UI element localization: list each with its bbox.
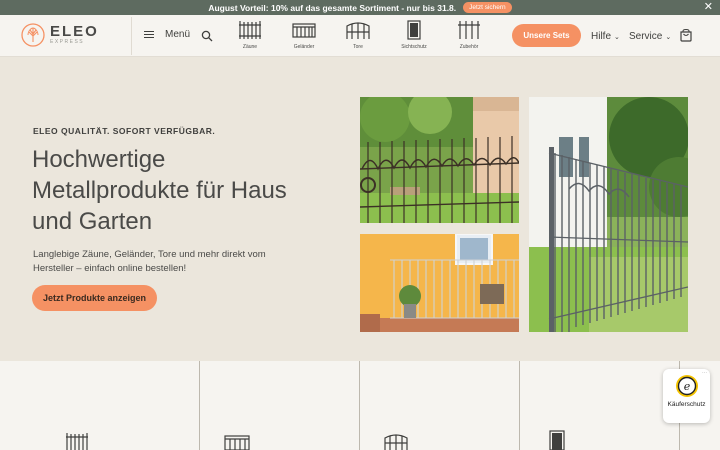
category-strip	[0, 361, 720, 450]
promo-cta-button[interactable]: Jetzt sichern	[463, 2, 512, 13]
menu-label: Menü	[165, 29, 191, 40]
search-icon[interactable]	[201, 30, 213, 42]
promo-bar: August Vorteil: 10% auf das gesamte Sort…	[0, 0, 720, 15]
category-zaune[interactable]: Zäune	[230, 20, 270, 50]
hero-image-fence-house	[529, 97, 688, 332]
chevron-down-icon: ⌄	[665, 33, 672, 41]
menu-button[interactable]: Menü	[144, 29, 190, 40]
category-label: Zubehör	[459, 44, 479, 50]
hamburger-icon	[144, 30, 154, 39]
hero-subtext: Langlebige Zäune, Geländer, Tore und meh…	[33, 249, 266, 274]
gate-icon	[346, 22, 370, 39]
category-tore[interactable]: Tore	[338, 20, 378, 50]
fence-icon	[66, 433, 88, 450]
category-tile-zaune[interactable]	[0, 361, 200, 450]
trust-badge-label: Käuferschutz	[667, 401, 706, 408]
site-header: ELEO EXPRESS Menü Zäune Geländer Tore Si…	[0, 15, 720, 57]
category-zubehoer[interactable]: Zubehör	[449, 20, 489, 50]
nav-label: Service	[629, 31, 663, 42]
more-icon[interactable]: ···	[702, 370, 707, 376]
nav-hilfe[interactable]: Hilfe ⌄	[591, 31, 620, 42]
hero-image-balcony	[360, 234, 519, 332]
show-products-button[interactable]: Jetzt Produkte anzeigen	[32, 285, 157, 311]
accessories-icon	[458, 21, 480, 39]
logo[interactable]: ELEO EXPRESS	[21, 23, 99, 47]
category-tile-tore[interactable]	[360, 361, 520, 450]
nav-service[interactable]: Service ⌄	[629, 31, 671, 42]
railing-icon	[224, 435, 250, 450]
hero-eyebrow: ELEO QUALITÄT. SOFORT VERFÜGBAR.	[33, 126, 216, 136]
category-label: Geländer	[293, 44, 315, 50]
category-gelaender[interactable]: Geländer	[284, 20, 324, 50]
category-label: Sichtschutz	[401, 44, 427, 50]
trusted-shops-badge[interactable]: ··· e Käuferschutz	[663, 369, 710, 423]
header-divider	[131, 17, 132, 55]
tree-logo-icon	[21, 23, 45, 47]
hero-headline: Hochwertige Metallprodukte für Haus und …	[32, 146, 287, 235]
railing-icon	[292, 23, 316, 38]
category-tile-gelaender[interactable]	[200, 361, 360, 450]
fence-icon	[239, 21, 261, 39]
promo-text: August Vorteil: 10% auf das gesamte Sort…	[208, 2, 457, 13]
logo-name: ELEO	[50, 23, 99, 40]
unsere-sets-button[interactable]: Unsere Sets	[512, 24, 581, 47]
nav-label: Hilfe	[591, 31, 612, 42]
privacy-screen-icon	[549, 430, 565, 450]
chevron-down-icon: ⌄	[614, 33, 620, 41]
category-tile-sichtschutz[interactable]	[520, 361, 680, 450]
svg-text:e: e	[683, 380, 690, 393]
privacy-screen-icon	[407, 20, 421, 40]
gate-icon	[384, 434, 408, 450]
category-sichtschutz[interactable]: Sichtschutz	[394, 20, 434, 50]
trusted-shops-seal-icon: e	[675, 375, 698, 397]
hero-image-fence-garden	[360, 97, 519, 223]
close-icon[interactable]: ✕	[704, 1, 713, 13]
logo-sub: EXPRESS	[50, 39, 85, 45]
category-label: Tore	[353, 44, 363, 50]
hero-section: ELEO QUALITÄT. SOFORT VERFÜGBAR. Hochwer…	[0, 57, 720, 361]
category-label: Zäune	[242, 44, 258, 50]
cart-icon[interactable]	[679, 28, 693, 42]
